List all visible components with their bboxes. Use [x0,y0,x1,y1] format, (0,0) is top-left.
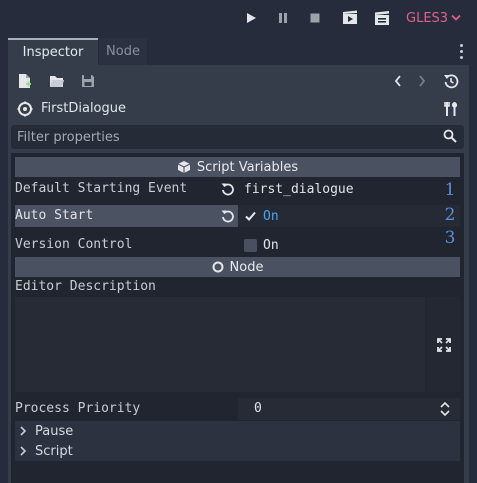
filter-properties-field[interactable] [11,125,464,149]
play-scene-icon[interactable] [341,9,359,27]
dock-menu-icon[interactable] [455,42,467,60]
renderer-label: GLES3 [406,10,449,26]
section-label: Script Variables [196,159,299,175]
object-properties-tools-icon[interactable] [442,100,460,118]
pause-icon[interactable] [274,9,292,27]
expand-textarea-button[interactable] [427,297,460,392]
process-priority-spinbox[interactable]: 0 [238,398,460,420]
renderer-selector[interactable]: GLES3 [406,9,461,27]
chevron-right-icon [20,446,27,456]
section-script-variables[interactable]: Script Variables [15,157,460,177]
node-circle-icon [212,261,224,273]
checkbox-checked-icon[interactable] [244,210,257,223]
section-node[interactable]: Node [15,257,460,277]
default-starting-event-field[interactable]: first_dialogue [238,178,460,200]
chevron-down-icon [451,14,461,21]
auto-start-toggle[interactable]: On [238,205,460,227]
group-pause[interactable]: Pause [15,421,460,441]
auto-start-value: On [263,208,279,224]
play-custom-scene-icon[interactable] [373,9,391,27]
history-forward-icon[interactable] [413,72,431,90]
load-resource-icon[interactable] [48,72,66,90]
new-resource-icon[interactable] [16,72,34,90]
prop-label-auto-start: Auto Start [15,205,238,227]
annotation-2: 2 [444,205,456,225]
filter-properties-input[interactable] [17,125,437,149]
section-label: Node [229,259,264,275]
annotation-3: 3 [444,228,456,248]
stop-icon[interactable] [306,9,324,27]
prop-label-process-priority: Process Priority [15,401,141,416]
search-icon [443,129,459,145]
revert-icon[interactable] [219,205,237,227]
annotation-1: 1 [444,180,456,200]
spinbox-arrows-icon[interactable] [439,401,453,417]
tab-node[interactable]: Node [99,38,147,65]
history-back-icon[interactable] [389,72,407,90]
prop-label-editor-description: Editor Description [15,279,156,294]
group-label: Pause [35,423,74,439]
group-script[interactable]: Script [15,441,460,461]
tab-inspector[interactable]: Inspector [8,38,98,65]
expand-icon [436,337,451,352]
prop-label-default-starting-event: Default Starting Event [15,181,188,196]
group-label: Script [35,443,73,459]
process-priority-value: 0 [254,401,262,416]
play-icon[interactable] [242,9,260,27]
node-gear-icon [16,100,34,118]
revert-icon[interactable] [219,178,237,200]
script-icon [177,161,191,173]
editor-description-textarea[interactable] [15,297,425,392]
default-starting-event-value: first_dialogue [244,181,354,197]
chevron-right-icon [20,426,27,436]
version-control-value: On [263,237,279,253]
object-name[interactable]: FirstDialogue [41,99,126,119]
prop-label-version-control: Version Control [15,237,133,252]
checkbox-unchecked-icon[interactable] [244,238,257,252]
version-control-toggle[interactable]: On [238,234,460,256]
save-resource-icon[interactable] [79,72,97,90]
history-icon[interactable] [442,72,460,90]
